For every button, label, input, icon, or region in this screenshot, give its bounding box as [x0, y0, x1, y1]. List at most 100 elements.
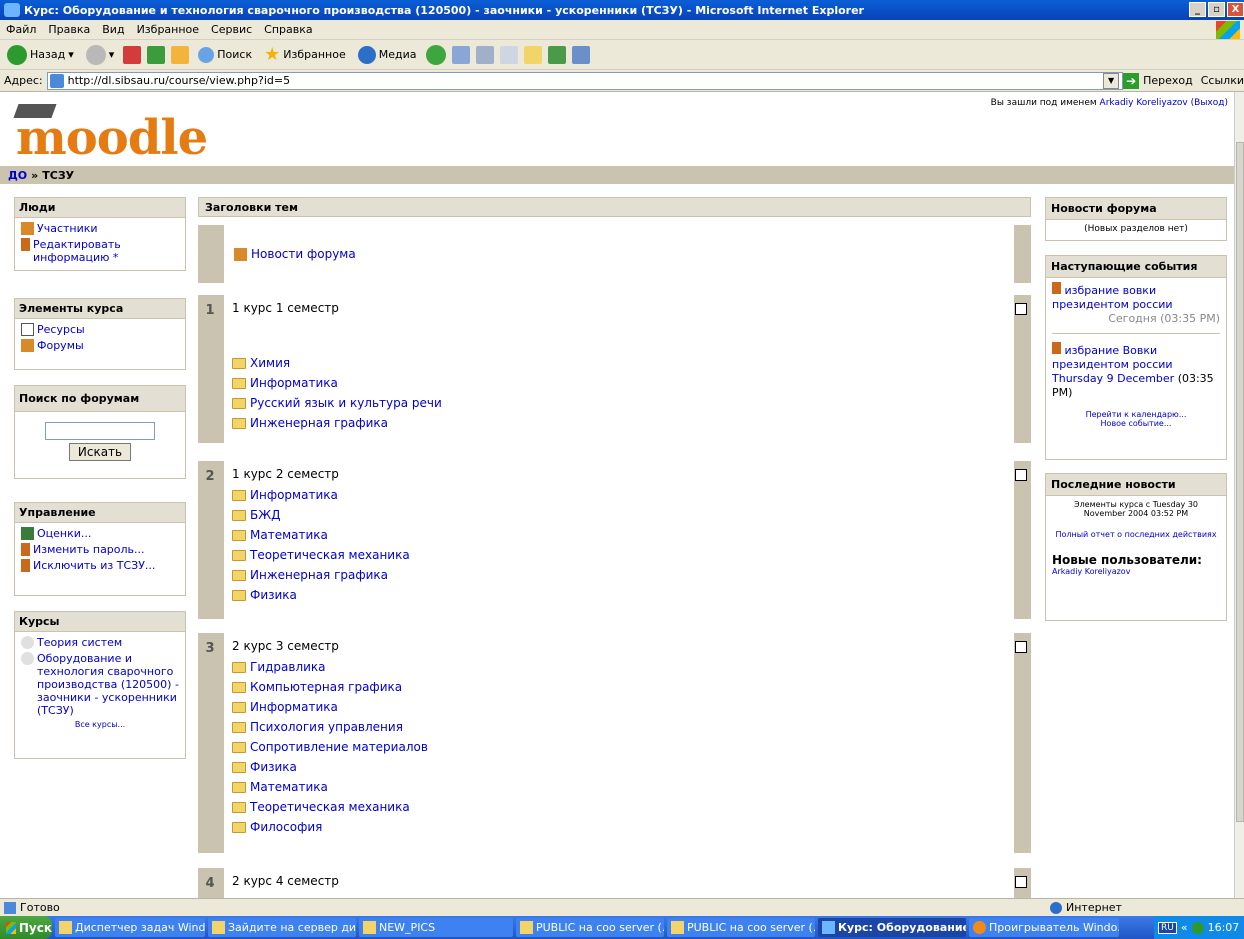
taskbar-item[interactable]: PUBLIC на coo server (... [667, 918, 815, 937]
taskbar-item[interactable]: PUBLIC на coo server (... [516, 918, 664, 937]
folder-link[interactable]: Физика [232, 585, 1006, 605]
links-button[interactable]: Ссылки [1201, 74, 1244, 87]
taskbar-item[interactable]: NEW_PICS [359, 918, 513, 937]
forum-news-title: Новости форума [1046, 198, 1226, 220]
calendar-link[interactable]: Перейти к календарю... [1052, 410, 1220, 419]
clock: 16:07 [1207, 921, 1240, 934]
menu-edit[interactable]: Правка [48, 23, 90, 36]
folder-link[interactable]: Математика [232, 525, 1006, 545]
topic-news: Новости форума [198, 225, 1031, 283]
menu-favorites[interactable]: Избранное [137, 23, 199, 36]
forum-icon [21, 339, 34, 352]
home-icon[interactable] [171, 45, 190, 64]
menu-file[interactable]: Файл [6, 23, 36, 36]
vertical-scrollbar[interactable] [1234, 92, 1244, 898]
refresh-icon[interactable] [147, 45, 166, 64]
folder-link[interactable]: Математика [232, 777, 1006, 797]
course-link[interactable]: Оборудование и технология сварочного про… [21, 652, 179, 717]
folder-icon[interactable] [523, 45, 542, 64]
logout-link[interactable]: (Выход) [1191, 98, 1228, 108]
history-icon[interactable] [425, 44, 446, 65]
edit-profile-link[interactable]: Редактировать информацию * [21, 238, 179, 264]
folder-link[interactable]: Русский язык и культура речи [232, 393, 1006, 413]
edit-icon[interactable] [499, 45, 518, 64]
folder-link[interactable]: Психология управления [232, 717, 1006, 737]
grades-link[interactable]: Оценки... [21, 527, 179, 540]
user-link[interactable]: Arkadiy Koreliyazov [1100, 98, 1188, 108]
favorites-button[interactable]: ★ Избранное [261, 43, 349, 67]
go-button[interactable]: ➔ Переход [1123, 72, 1193, 89]
event-item[interactable]: избрание вовки президентом россии [1052, 282, 1220, 312]
participants-link[interactable]: Участники [21, 222, 179, 235]
media-button[interactable]: Медиа [355, 43, 420, 67]
mail-icon[interactable] [451, 45, 470, 64]
folder-link[interactable]: Инженерная графика [232, 565, 1006, 585]
folder-link[interactable]: Инженерная графика [232, 413, 1006, 433]
taskbar-item[interactable]: Проигрыватель Windo... [969, 918, 1119, 937]
folder-link[interactable]: Философия [232, 817, 1006, 837]
folder-link[interactable]: Теоретическая механика [232, 545, 1006, 565]
maximize-button[interactable]: ▫ [1208, 2, 1225, 17]
scrollbar-thumb[interactable] [1236, 142, 1244, 822]
taskbar-item[interactable]: Зайдите на сервер ди... [208, 918, 356, 937]
minimize-button[interactable]: _ [1189, 2, 1206, 17]
print-icon[interactable] [475, 45, 494, 64]
forward-button[interactable]: ▾ [83, 43, 118, 67]
close-button[interactable]: X [1227, 2, 1244, 17]
highlight-checkbox[interactable] [1015, 876, 1027, 888]
menu-view[interactable]: Вид [102, 23, 124, 36]
folder-label: Инженерная графика [250, 568, 389, 582]
moodle-logo[interactable]: moodle [13, 104, 208, 166]
address-dropdown-icon[interactable]: ▼ [1103, 72, 1120, 89]
task-label: NEW_PICS [379, 921, 436, 934]
language-indicator[interactable]: RU [1158, 921, 1177, 934]
full-report-link[interactable]: Полный отчет о последних действиях [1052, 530, 1220, 539]
ie-icon [822, 921, 835, 934]
course-link[interactable]: Теория систем [21, 636, 179, 649]
new-user-link[interactable]: Arkadiy Koreliyazov [1052, 567, 1220, 576]
folder-link[interactable]: Физика [232, 757, 1006, 777]
folder-link[interactable]: Информатика [232, 373, 1006, 393]
all-courses-link[interactable]: Все курсы... [21, 720, 179, 729]
tray-expand-icon[interactable]: « [1181, 921, 1188, 934]
folder-label: Компьютерная графика [250, 680, 403, 694]
start-button[interactable]: Пуск [0, 916, 52, 939]
highlight-checkbox[interactable] [1015, 641, 1027, 653]
folder-link[interactable]: Информатика [232, 485, 1006, 505]
event-item[interactable]: избрание Вовки президентом россии Thursd… [1052, 342, 1220, 400]
tray-icon[interactable] [1191, 921, 1204, 934]
resources-link[interactable]: Ресурсы [21, 323, 179, 336]
news-forum-link[interactable]: Новости форума [234, 244, 356, 264]
messenger-icon[interactable] [547, 45, 566, 64]
folder-link[interactable]: Химия [232, 353, 1006, 373]
new-event-link[interactable]: Новое событие... [1052, 419, 1220, 428]
folder-link[interactable]: Гидравлика [232, 657, 1006, 677]
taskbar-item[interactable]: Диспетчер задач Wind... [55, 918, 205, 937]
event-date: Сегодня (03:35 PM) [1108, 312, 1220, 325]
stop-icon[interactable] [123, 45, 142, 64]
tool-icon[interactable] [571, 45, 590, 64]
folder-link[interactable]: Информатика [232, 697, 1006, 717]
change-password-link[interactable]: Изменить пароль... [21, 543, 179, 556]
folder-link[interactable]: Компьютерная графика [232, 677, 1006, 697]
taskbar-item-active[interactable]: Курс: Оборудование... [818, 918, 966, 937]
highlight-checkbox[interactable] [1015, 303, 1027, 315]
forum-search-button[interactable]: Искать [68, 443, 132, 461]
forums-link[interactable]: Форумы [21, 339, 179, 352]
address-input[interactable]: http://dl.sibsau.ru/course/view.php?id=5 [46, 71, 1124, 90]
courses-title: Курсы [15, 612, 185, 632]
folder-link[interactable]: Сопротивление материалов [232, 737, 1006, 757]
folder-icon [232, 701, 246, 713]
forum-search-input[interactable] [45, 422, 155, 440]
forum-search-block: Поиск по форумам Искать [14, 385, 186, 479]
search-button[interactable]: Поиск [195, 43, 255, 67]
unenrol-link[interactable]: Исключить из ТСЗУ... [21, 559, 179, 572]
folder-label: Теоретическая механика [250, 800, 410, 814]
menu-tools[interactable]: Сервис [211, 23, 252, 36]
breadcrumb-home[interactable]: ДО [8, 169, 27, 182]
menu-help[interactable]: Справка [264, 23, 312, 36]
highlight-checkbox[interactable] [1015, 469, 1027, 481]
back-button[interactable]: Назад ▾ [4, 43, 77, 67]
folder-link[interactable]: БЖД [232, 505, 1006, 525]
folder-link[interactable]: Теоретическая механика [232, 797, 1006, 817]
